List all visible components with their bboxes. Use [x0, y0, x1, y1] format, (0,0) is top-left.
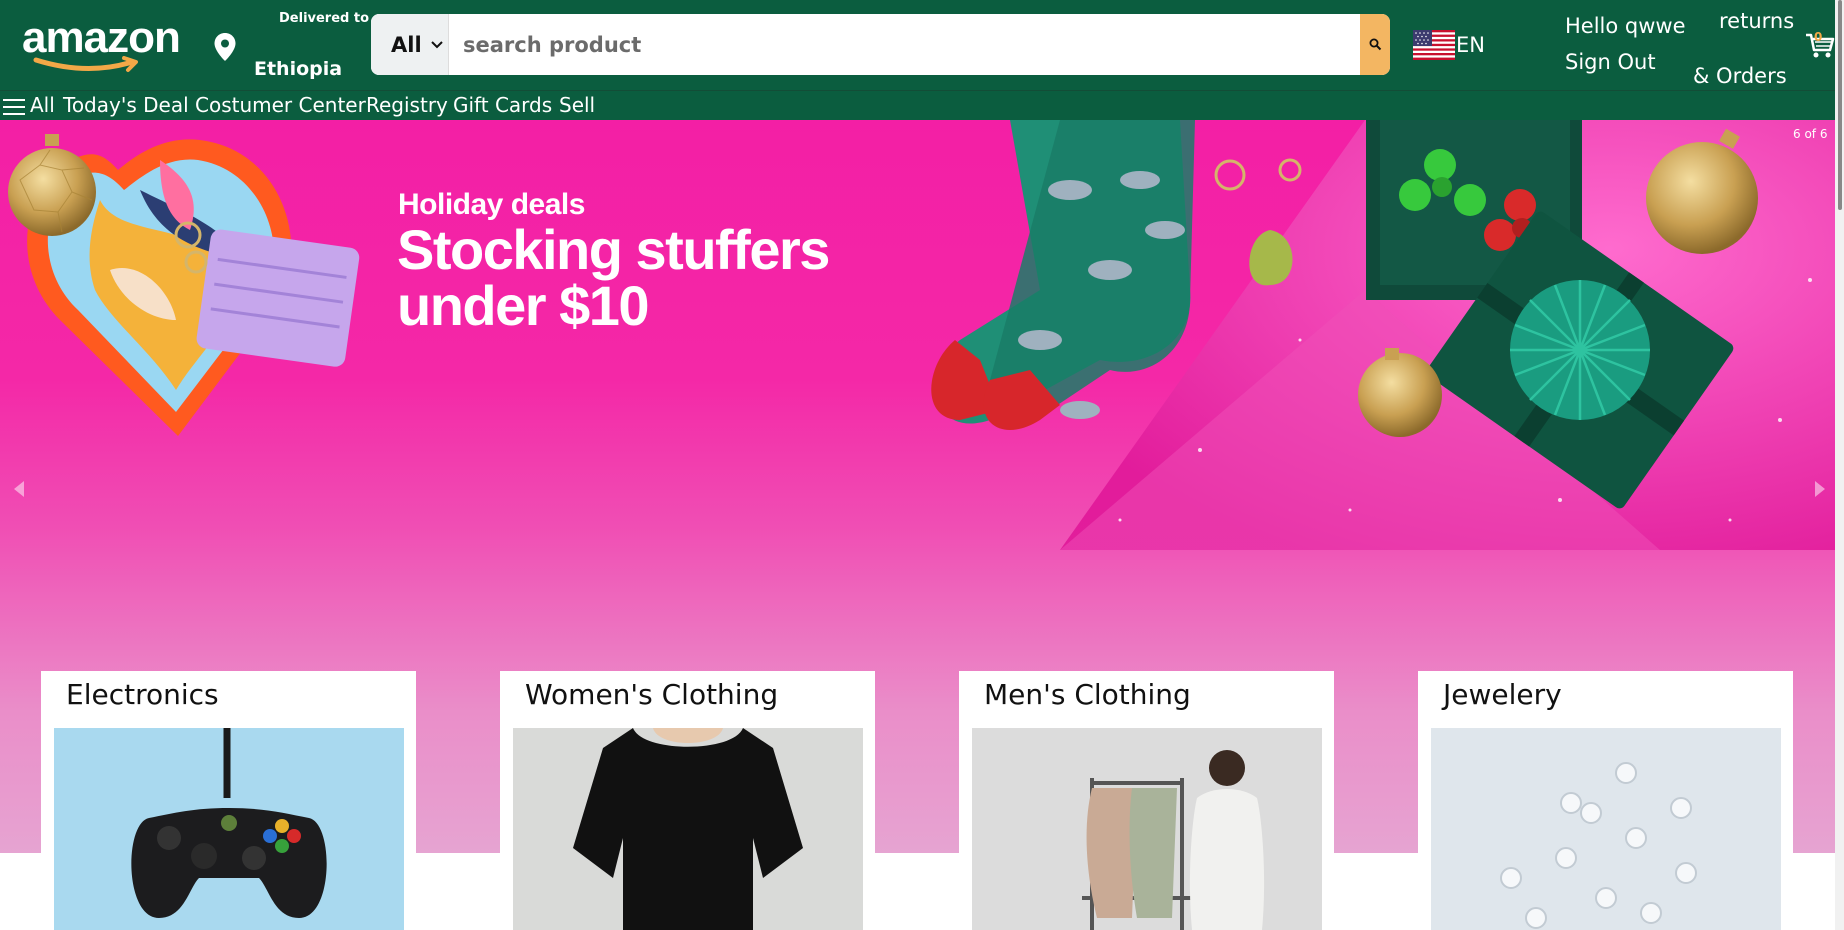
delivery-country[interactable]: Ethiopia: [254, 58, 342, 80]
language-code: EN: [1456, 33, 1485, 57]
hamburger-menu-icon: [3, 99, 25, 115]
search-input[interactable]: [451, 14, 1331, 75]
logo-wordmark: amazon: [22, 13, 181, 62]
nav-bar: All Today's Deal Costumer Center Registr…: [0, 90, 1844, 120]
account-greeting[interactable]: Hello qwwe: [1565, 14, 1686, 38]
search-button[interactable]: [1360, 14, 1390, 75]
search-icon: [1369, 38, 1382, 51]
carousel-next-arrow-icon[interactable]: [1811, 477, 1829, 501]
category-card-mens-clothing[interactable]: Men's Clothing: [959, 671, 1334, 930]
category-card-jewelery[interactable]: Jewelery: [1418, 671, 1793, 930]
returns-link[interactable]: returns: [1719, 9, 1794, 33]
category-card-womens-clothing[interactable]: Women's Clothing: [500, 671, 875, 930]
hero-subtitle: Holiday deals: [398, 188, 585, 221]
sign-out-link[interactable]: Sign Out: [1565, 50, 1656, 74]
logo-smile-icon: [33, 56, 138, 72]
category-title: Electronics: [66, 678, 219, 711]
slide-counter: 6 of 6: [1793, 127, 1828, 141]
language-selector[interactable]: EN: [1413, 30, 1493, 62]
nav-todays-deal[interactable]: Today's Deal: [63, 93, 189, 117]
category-title: Jewelery: [1443, 678, 1562, 711]
category-title: Women's Clothing: [525, 678, 779, 711]
orders-link[interactable]: & Orders: [1693, 64, 1787, 88]
shark-socks-product: [931, 120, 1195, 431]
nav-all-label: All: [30, 93, 55, 117]
chevron-down-icon: [431, 41, 443, 49]
pompom: [1510, 280, 1650, 420]
crystal-rings-image: [1431, 728, 1781, 930]
top-header: amazon Delivered to Ethiopia All search …: [0, 0, 1844, 90]
nav-registry[interactable]: Registry: [366, 93, 448, 117]
game-controller-image: [54, 728, 404, 930]
carousel-prev-arrow-icon[interactable]: [10, 477, 28, 501]
amazon-logo[interactable]: amazon: [22, 13, 181, 74]
cart-count-badge: 0: [1814, 30, 1823, 44]
location-pin-icon[interactable]: [213, 32, 237, 62]
search-category-label: All: [391, 33, 422, 57]
nav-sell[interactable]: Sell: [559, 93, 595, 117]
delivered-to-label: Delivered to: [279, 11, 370, 26]
search-category-select[interactable]: All: [371, 14, 449, 75]
clothing-rack-image: [972, 728, 1322, 930]
us-flag-icon: [1413, 30, 1455, 60]
category-card-electronics[interactable]: Electronics: [41, 671, 416, 930]
category-title: Men's Clothing: [984, 678, 1191, 711]
search-bar: All: [371, 14, 1390, 75]
hero-title: Stocking stuffers under $10: [397, 218, 830, 337]
scrollbar-thumb[interactable]: [1838, 0, 1842, 210]
nav-gift-cards[interactable]: Gift Cards: [453, 93, 552, 117]
black-tshirt-image: [513, 728, 863, 930]
nav-customer-center[interactable]: Costumer Center: [195, 93, 366, 117]
